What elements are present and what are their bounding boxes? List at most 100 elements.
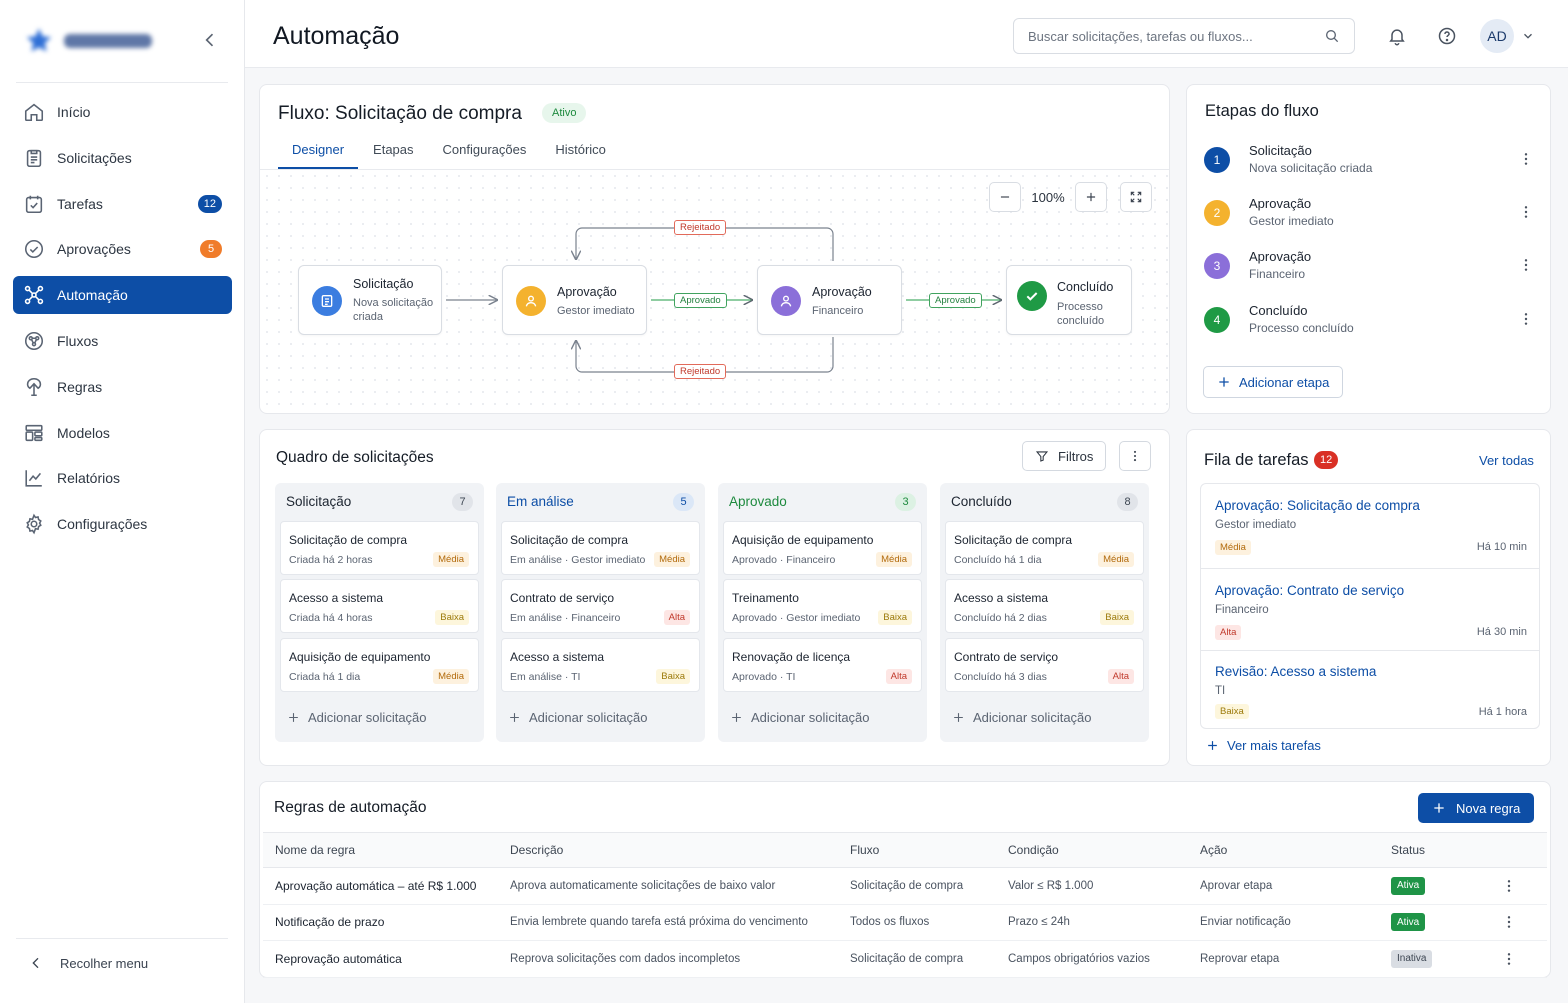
tab-configuracoes[interactable]: Configurações: [429, 135, 541, 169]
step-item[interactable]: 2 Aprovação Gestor imediato: [1204, 196, 1534, 240]
board-more-button[interactable]: [1119, 441, 1151, 471]
search-input[interactable]: [1028, 28, 1324, 44]
avatar[interactable]: AD: [1480, 19, 1514, 53]
filters-button[interactable]: Filtros: [1022, 441, 1107, 471]
sidebar-item-label: Fluxos: [57, 332, 99, 349]
column-header[interactable]: Status: [1379, 832, 1489, 868]
rule-description: Envia lembrete quando tarefa está próxim…: [498, 904, 838, 941]
column-header[interactable]: Nome da regra: [263, 832, 498, 868]
kebab-menu-icon[interactable]: [1518, 257, 1534, 273]
table-row[interactable]: Aprovação automática – até R$ 1.000 Aprov…: [263, 867, 1547, 905]
step-title: Solicitação: [1249, 143, 1312, 158]
task-item[interactable]: Aprovação: Solicitação de compra Gestor …: [1201, 498, 1539, 570]
column-title: Em análise: [507, 494, 574, 509]
add-request-button[interactable]: Adicionar solicitação: [508, 710, 648, 725]
request-card[interactable]: Renovação de licença Aprovado · TI Alta: [723, 638, 922, 692]
flow-node-solicitacao[interactable]: Solicitação Nova solicitação criada: [298, 265, 442, 335]
bell-icon[interactable]: [1387, 26, 1407, 46]
search-icon[interactable]: [1324, 28, 1340, 44]
new-rule-button[interactable]: Nova regra: [1418, 793, 1535, 823]
see-more-tasks-link[interactable]: Ver mais tarefas: [1206, 738, 1321, 753]
sidebar-item-configuracoes[interactable]: Configurações: [13, 505, 232, 543]
request-card[interactable]: Solicitação de compra Criada há 2 horas Mé…: [280, 521, 479, 575]
tab-etapas[interactable]: Etapas: [359, 135, 427, 169]
add-step-button[interactable]: Adicionar etapa: [1203, 366, 1344, 398]
task-item[interactable]: Aprovação: Contrato de serviço Financeir…: [1201, 583, 1539, 655]
column-header[interactable]: Ação: [1188, 832, 1379, 868]
kebab-menu-icon[interactable]: [1518, 151, 1534, 167]
task-count-badge: 12: [1314, 451, 1339, 469]
column-header[interactable]: Fluxo: [838, 832, 996, 868]
sidebar-item-modelos[interactable]: Modelos: [13, 414, 232, 452]
node-subtitle: Nova solicitação: [353, 297, 434, 309]
sidebar-item-tarefas[interactable]: Tarefas 12: [13, 185, 232, 223]
add-request-button[interactable]: Adicionar solicitação: [952, 710, 1092, 725]
chevron-down-icon[interactable]: [1521, 29, 1535, 43]
chevron-left-icon[interactable]: [200, 30, 220, 50]
user-icon: [525, 295, 537, 307]
request-card[interactable]: Aquisição de equipamento Aprovado · Finan…: [723, 521, 922, 575]
clipboard-icon: [26, 149, 42, 167]
request-card[interactable]: Treinamento Aprovado · Gestor imediato Bai…: [723, 579, 922, 633]
table-row[interactable]: Notificação de prazo Envia lembrete quand…: [263, 904, 1547, 941]
see-all-link[interactable]: Ver todas: [1479, 453, 1534, 468]
rule-flow: Solicitação de compra: [838, 940, 996, 978]
board-column: Solicitação 7 Solicitação de compra Criada …: [275, 483, 484, 742]
step-item[interactable]: 1 Solicitação Nova solicitação criada: [1204, 143, 1534, 187]
table-row[interactable]: Reprovação automática Reprova solicitaçõe…: [263, 940, 1547, 978]
sidebar-item-fluxos[interactable]: Fluxos: [13, 322, 232, 360]
kebab-menu-icon[interactable]: [1501, 914, 1517, 930]
step-item[interactable]: 3 Aprovação Financeiro: [1204, 249, 1534, 293]
rule-status-cell: Inativa: [1379, 940, 1489, 978]
task-subtitle: Gestor imediato: [1215, 519, 1297, 531]
kebab-menu-icon[interactable]: [1501, 878, 1517, 894]
request-card[interactable]: Contrato de serviço Concluído há 3 dias Al…: [945, 638, 1144, 692]
tab-historico[interactable]: Histórico: [541, 135, 620, 169]
kebab-menu-icon[interactable]: [1518, 311, 1534, 327]
request-card[interactable]: Acesso a sistema Concluído há 2 dias Baixa: [945, 579, 1144, 633]
tab-designer[interactable]: Designer: [278, 135, 359, 169]
sidebar-item-solicitacoes[interactable]: Solicitações: [13, 139, 232, 177]
column-header[interactable]: Condição: [996, 832, 1188, 868]
sidebar-item-automacao[interactable]: Automação: [13, 276, 232, 315]
flow-node-aprovacao-financeiro[interactable]: Aprovação Financeiro: [757, 265, 902, 335]
add-request-button[interactable]: Adicionar solicitação: [287, 710, 427, 725]
flow-node-aprovacao-gestor[interactable]: Aprovação Gestor imediato: [502, 265, 647, 335]
sidebar-item-aprovacoes[interactable]: Aprovações 5: [13, 230, 232, 268]
request-card[interactable]: Acesso a sistema Em análise · TI Baixa: [501, 638, 700, 692]
flow-node-concluido[interactable]: Concluído Processo concluído: [1006, 265, 1132, 335]
flows-icon: [24, 331, 44, 351]
step-item[interactable]: 4 Concluído Processo concluído: [1204, 303, 1534, 347]
table-header-row: Nome da regra Descrição Fluxo Condição A…: [263, 832, 1547, 868]
task-item[interactable]: Revisão: Acesso a sistema TI Baixa Há 1 …: [1201, 664, 1539, 724]
sidebar-item-label: Solicitações: [57, 149, 132, 166]
expand-icon: [1130, 191, 1142, 203]
request-card[interactable]: Solicitação de compra Concluído há 1 dia M…: [945, 521, 1144, 575]
document-icon: [321, 295, 333, 307]
column-header[interactable]: Descrição: [498, 832, 838, 868]
add-request-button[interactable]: Adicionar solicitação: [730, 710, 870, 725]
priority-badge: Baixa: [1215, 704, 1249, 719]
sidebar-item-regras[interactable]: Regras: [13, 368, 232, 406]
kebab-menu-icon[interactable]: [1501, 951, 1517, 967]
fit-screen-button[interactable]: [1120, 182, 1152, 212]
request-card[interactable]: Acesso a sistema Criada há 4 horas Baixa: [280, 579, 479, 633]
chart-icon: [25, 470, 42, 487]
task-time: Há 30 min: [1476, 626, 1527, 638]
request-card[interactable]: Contrato de serviço Em análise · Financei…: [501, 579, 700, 633]
collapse-menu-button[interactable]: Recolher menu: [28, 955, 148, 971]
rules-icon: [26, 377, 42, 396]
sidebar-item-relatorios[interactable]: Relatórios: [13, 459, 232, 497]
kebab-menu-icon[interactable]: [1518, 204, 1534, 220]
priority-badge: Baixa: [1100, 610, 1134, 625]
flow-title: Fluxo: Solicitação de compra: [278, 103, 522, 124]
priority-badge: Média: [433, 669, 469, 684]
flow-designer-panel: Fluxo: Solicitação de compra Ativo Desig…: [259, 84, 1170, 414]
zoom-out-button[interactable]: [989, 182, 1021, 212]
request-card[interactable]: Aquisição de equipamento Criada há 1 dia M…: [280, 638, 479, 692]
zoom-in-button[interactable]: [1075, 182, 1107, 212]
request-card[interactable]: Solicitação de compra Em análise · Gestor…: [501, 521, 700, 575]
sidebar-item-inicio[interactable]: Início: [13, 93, 232, 131]
help-icon[interactable]: [1437, 26, 1457, 46]
card-title: Solicitação de compra: [289, 533, 408, 547]
